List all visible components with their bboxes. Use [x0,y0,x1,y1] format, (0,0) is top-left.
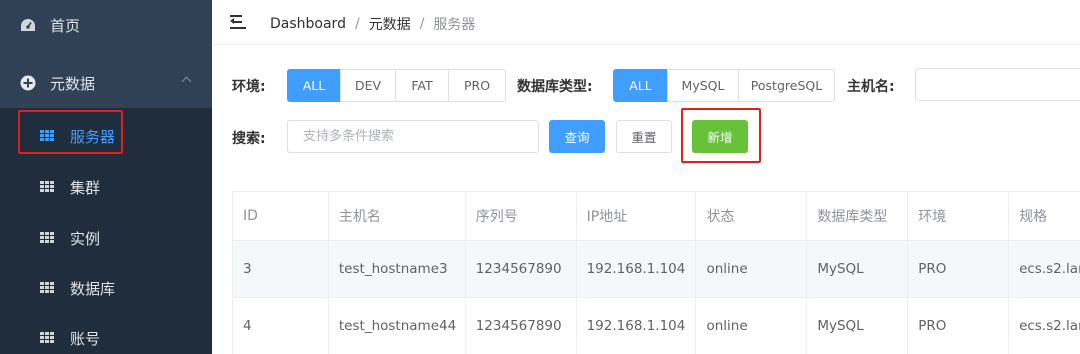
hostname-input[interactable] [915,68,1080,101]
breadcrumb-separator: / [354,16,360,32]
sidebar: 首页 元数据 服务器 集群 实例 数据库 账号 [0,0,212,354]
env-option-pro[interactable]: PRO [448,69,506,102]
db-type-option-all[interactable]: ALL [613,69,668,102]
table-row[interactable]: 4 test_hostname44 1234567890 192.168.1.1… [233,298,1080,354]
search-input[interactable] [287,120,539,153]
column-header-hostname[interactable]: 主机名 [329,192,466,240]
cell-serial: 1234567890 [466,298,577,354]
cell-env: PRO [908,298,1010,354]
breadcrumb-servers: 服务器 [433,17,476,33]
column-header-env[interactable]: 环境 [908,192,1010,240]
cell-db-type: MySQL [807,241,909,297]
highlight-box-add [681,108,761,163]
plus-circle-icon [20,75,36,91]
sidebar-item-label: 实例 [70,229,101,248]
env-button-group: ALL DEV FAT PRO [287,69,506,102]
env-option-all[interactable]: ALL [287,69,341,102]
table-icon [39,230,55,246]
env-option-dev[interactable]: DEV [340,69,396,102]
sidebar-item-home[interactable]: 首页 [0,0,212,50]
chevron-up-icon [181,76,192,87]
cell-id: 3 [233,241,329,297]
cell-hostname: test_hostname44 [329,298,466,354]
cell-hostname: test_hostname3 [329,241,466,297]
sidebar-item-label: 集群 [70,178,101,197]
cell-status: online [696,241,808,297]
table-icon [39,179,55,195]
dashboard-icon [20,17,36,33]
servers-table: ID 主机名 序列号 IP地址 状态 数据库类型 环境 规格 3 test_ho… [232,191,1080,354]
cell-env: PRO [908,241,1010,297]
cell-spec: ecs.s2.lar [1019,261,1080,277]
column-header-ip[interactable]: IP地址 [577,192,697,240]
table-row[interactable]: 3 test_hostname3 1234567890 192.168.1.10… [233,241,1080,298]
db-type-button-group: ALL MySQL PostgreSQL [613,69,835,102]
cell-id: 4 [233,298,329,354]
sidebar-item-label: 数据库 [70,279,116,298]
navbar: Dashboard / 元数据 / 服务器 [212,0,1080,45]
highlight-box-servers [18,110,123,154]
cell-status: online [696,298,808,354]
db-type-option-postgresql[interactable]: PostgreSQL [738,69,835,102]
sidebar-item-metadata[interactable]: 元数据 [0,58,212,108]
table-icon [39,280,55,296]
sidebar-item-databases[interactable]: 数据库 [0,263,212,313]
env-label: 环境: [232,79,266,95]
sidebar-item-clusters[interactable]: 集群 [0,162,212,212]
db-type-label: 数据库类型: [517,79,593,95]
sidebar-item-label: 元数据 [50,74,96,93]
reset-button[interactable]: 重置 [616,120,672,153]
column-header-db-type[interactable]: 数据库类型 [807,192,909,240]
sidebar-item-label: 账号 [70,329,101,348]
cell-spec: ecs.s2.lar [1019,318,1080,334]
hostname-label: 主机名: [847,79,895,95]
breadcrumb: Dashboard / 元数据 / 服务器 [270,14,475,34]
table-header-row: ID 主机名 序列号 IP地址 状态 数据库类型 环境 规格 [233,192,1080,241]
column-header-status[interactable]: 状态 [696,192,808,240]
column-header-serial[interactable]: 序列号 [466,192,577,240]
column-header-spec[interactable]: 规格 [1009,192,1080,240]
cell-ip: 192.168.1.104 [577,298,697,354]
sidebar-item-accounts[interactable]: 账号 [0,313,212,354]
breadcrumb-separator: / [419,16,425,32]
search-label: 搜索: [232,131,266,147]
sidebar-item-instances[interactable]: 实例 [0,213,212,263]
breadcrumb-dashboard[interactable]: Dashboard [270,16,346,32]
query-button[interactable]: 查询 [549,120,605,153]
column-header-id[interactable]: ID [233,192,329,240]
cell-ip: 192.168.1.104 [577,241,697,297]
env-option-fat[interactable]: FAT [395,69,449,102]
cell-db-type: MySQL [807,298,909,354]
breadcrumb-metadata[interactable]: 元数据 [369,14,411,34]
db-type-option-mysql[interactable]: MySQL [667,69,739,102]
cell-serial: 1234567890 [466,241,577,297]
sidebar-item-label: 首页 [50,16,81,35]
table-icon [39,330,55,346]
menu-fold-icon[interactable] [230,15,246,29]
